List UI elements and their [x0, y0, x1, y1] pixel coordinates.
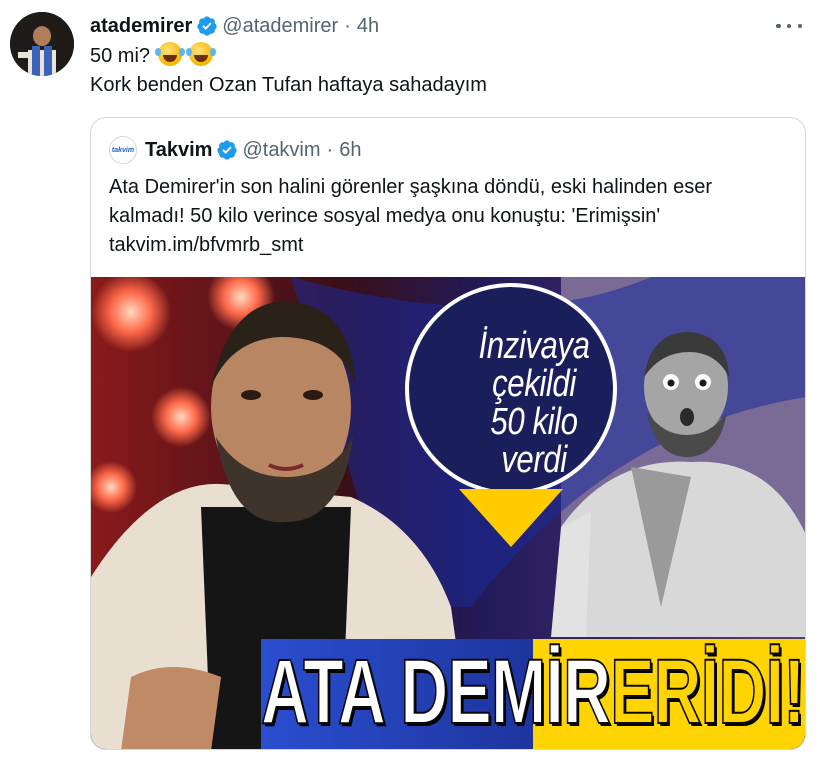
- tweet-header: atademirer @atademirer · 4h: [90, 12, 379, 40]
- quoted-tweet-card[interactable]: takvim Takvim @takvim · 6h Ata Demirer'i…: [90, 117, 806, 750]
- face-with-tears-of-joy-icon: [154, 42, 182, 66]
- quoted-author-handle[interactable]: @takvim: [242, 139, 320, 162]
- circle-line-1: İnzivaya: [478, 325, 590, 367]
- author-avatar[interactable]: [10, 12, 74, 76]
- tweet-line-1: 50 mi?: [90, 42, 790, 71]
- quoted-media-image[interactable]: İnzivaya çekildi 50 kilo verdi ATA DEMİR…: [91, 277, 805, 749]
- circle-line-2: çekildi: [492, 363, 576, 405]
- quoted-timestamp[interactable]: 6h: [339, 139, 361, 162]
- quoted-link[interactable]: takvim.im/bfvmrb_smt: [109, 231, 789, 260]
- headline-banner: ATA DEMİR ERİDİ!: [260, 637, 805, 747]
- circle-badge-text: İnzivaya çekildi 50 kilo verdi: [448, 327, 620, 479]
- tweet-timestamp[interactable]: 4h: [357, 15, 379, 38]
- quoted-text-line-1: Ata Demirer'in son halini görenler şaşkı…: [109, 176, 713, 198]
- quoted-author-name[interactable]: Takvim: [145, 139, 212, 162]
- avatar-image: [10, 12, 74, 76]
- tweet-text: 50 mi? Kork benden Ozan Tufan haftaya sa…: [90, 42, 790, 100]
- tweet-line-1-text: 50 mi?: [90, 45, 151, 67]
- circle-line-4: verdi: [501, 439, 567, 481]
- quoted-text-line-2: kalmadı! 50 kilo verince sosyal medya on…: [109, 205, 661, 227]
- banner-yellow-text: ERİDİ!: [609, 640, 805, 744]
- separator-dot: ·: [326, 138, 334, 161]
- author-handle[interactable]: @atademirer: [222, 15, 338, 38]
- verified-badge-icon: [197, 16, 217, 36]
- separator-dot: ·: [344, 14, 351, 37]
- quoted-avatar-logo: takvim: [111, 146, 135, 154]
- quoted-tweet-text: Ata Demirer'in son halini görenler şaşkı…: [109, 173, 789, 260]
- face-with-tears-of-joy-icon: [186, 42, 214, 66]
- circle-line-3: 50 kilo: [490, 401, 578, 443]
- author-name[interactable]: atademirer: [90, 15, 192, 38]
- banner-white-text: ATA DEMİR: [260, 640, 611, 744]
- tweet-line-2: Kork benden Ozan Tufan haftaya sahadayım: [90, 74, 487, 96]
- verified-badge-icon: [217, 140, 238, 160]
- quoted-author-avatar[interactable]: takvim: [109, 136, 137, 164]
- quoted-tweet-header: takvim Takvim @takvim · 6h: [109, 136, 361, 164]
- more-options-icon[interactable]: [776, 16, 802, 36]
